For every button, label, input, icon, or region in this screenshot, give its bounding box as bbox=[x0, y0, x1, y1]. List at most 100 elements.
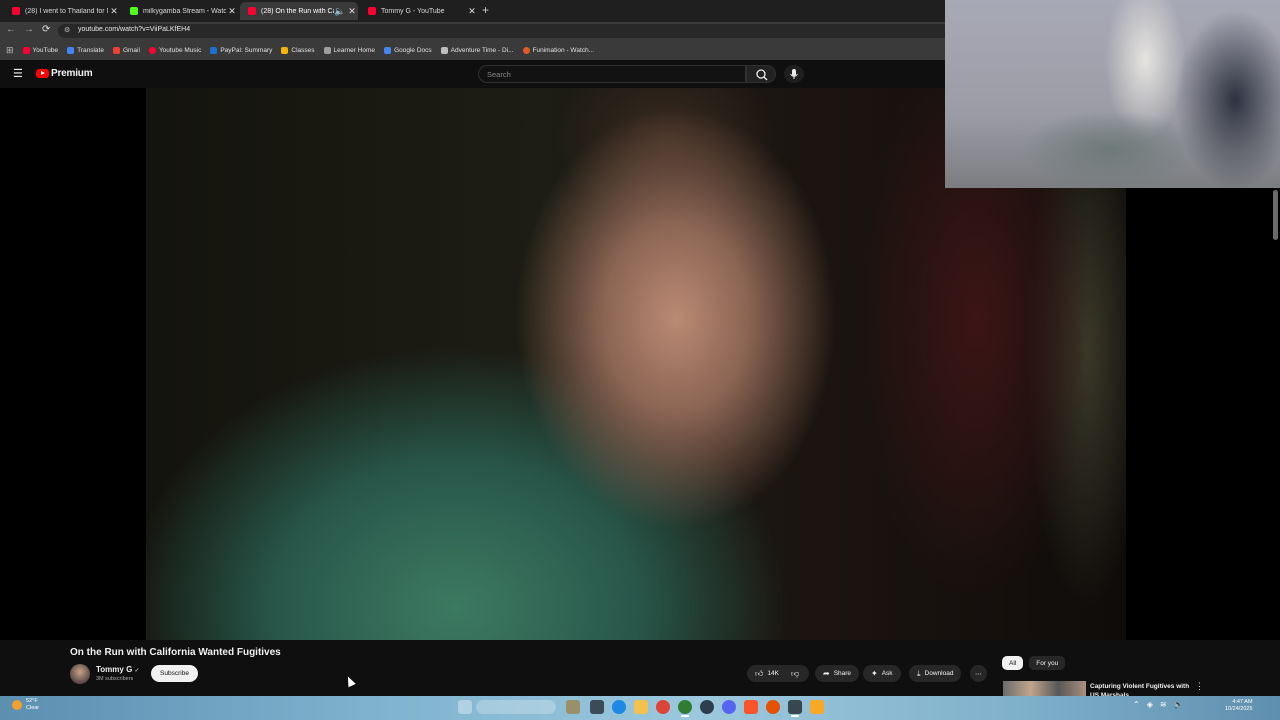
app-icon[interactable] bbox=[722, 700, 736, 714]
channel-avatar[interactable] bbox=[70, 664, 90, 684]
app-icon[interactable] bbox=[700, 700, 714, 714]
reload-icon[interactable]: ⟳ bbox=[42, 24, 50, 35]
app-icon[interactable] bbox=[766, 700, 780, 714]
clock-time: 4:47 AM bbox=[1232, 699, 1253, 705]
bookmark-paypal[interactable]: PayPal: Summary bbox=[210, 46, 272, 54]
like-count[interactable]: 14K bbox=[767, 670, 779, 677]
task-view-icon[interactable] bbox=[590, 700, 604, 714]
edge-browser-icon[interactable] bbox=[612, 700, 626, 714]
bookmark-label: Gmail bbox=[122, 46, 140, 54]
classroom-icon bbox=[281, 46, 289, 54]
bookmark-label: Youtube Music bbox=[158, 46, 202, 54]
site-info-icon[interactable]: ⚙ bbox=[64, 26, 70, 34]
wifi-icon[interactable]: ≋ bbox=[1160, 700, 1167, 709]
network-icon[interactable]: ◈ bbox=[1147, 700, 1153, 709]
webcam-overlay bbox=[945, 0, 1280, 188]
voice-search-button[interactable] bbox=[784, 65, 804, 83]
mouse-cursor-icon bbox=[344, 674, 356, 688]
search-button[interactable] bbox=[746, 65, 776, 83]
chip-for-you[interactable]: For you bbox=[1029, 656, 1066, 670]
forward-arrow-icon[interactable]: → bbox=[24, 24, 34, 35]
subscriber-count: 3M subscribers bbox=[96, 676, 134, 682]
browser-tab[interactable]: (28) I went to Thailand for MUA ✕ bbox=[4, 2, 120, 20]
widgets-icon[interactable] bbox=[566, 700, 580, 714]
browser-tab-active[interactable]: (28) On the Run with California 🔈 ✕ bbox=[240, 2, 358, 20]
chrome-active-icon[interactable] bbox=[678, 700, 692, 717]
youtube-favicon-icon bbox=[368, 7, 376, 15]
bookmark-youtube[interactable]: YouTube bbox=[22, 46, 58, 54]
hamburger-menu-icon[interactable]: ☰ bbox=[13, 67, 23, 80]
search-placeholder: Search bbox=[487, 70, 511, 79]
apps-grid-icon[interactable]: ⊞ bbox=[6, 45, 14, 56]
browser-tab[interactable]: Tommy G - YouTube ✕ bbox=[360, 2, 478, 20]
bookmark-classes[interactable]: Classes bbox=[281, 46, 315, 54]
bookmark-adventure-time[interactable]: Adventure Time - Di... bbox=[440, 46, 514, 54]
share-arrow-icon: ➦ bbox=[823, 669, 830, 678]
youtube-favicon-icon bbox=[248, 7, 256, 15]
ask-label: Ask bbox=[881, 670, 893, 677]
close-tab-icon[interactable]: ✕ bbox=[346, 6, 358, 17]
back-arrow-icon[interactable]: ← bbox=[6, 24, 16, 35]
close-tab-icon[interactable]: ✕ bbox=[466, 6, 478, 17]
subscribe-button[interactable]: Subscribe bbox=[151, 665, 198, 682]
browser-tab[interactable]: milkygamba Stream - Watch Live ✕ bbox=[122, 2, 238, 20]
taskbar-search-icon[interactable] bbox=[458, 700, 472, 714]
sparkle-icon: ✦ bbox=[871, 669, 878, 678]
volume-icon[interactable]: 🔈 bbox=[1174, 700, 1184, 709]
address-bar[interactable]: ⚙ youtube.com/watch?v=ViiPaLKfEH4 bbox=[58, 24, 958, 38]
bookmark-label: Classes bbox=[291, 46, 315, 54]
brave-browser-icon[interactable] bbox=[744, 700, 758, 714]
channel-name-text: Tommy G bbox=[96, 665, 133, 674]
tab-label: Tommy G - YouTube bbox=[381, 7, 445, 15]
close-tab-icon[interactable]: ✕ bbox=[108, 6, 120, 17]
search-input[interactable]: Search bbox=[478, 65, 746, 83]
gmail-icon bbox=[112, 46, 120, 54]
thumbs-up-icon[interactable]: 👍︎ bbox=[755, 669, 763, 679]
bookmark-funimation[interactable]: Funimation - Watch... bbox=[522, 46, 595, 54]
tab-label: milkygamba Stream - Watch Live bbox=[143, 7, 226, 15]
adventure-time-icon bbox=[440, 46, 448, 54]
chevron-up-icon[interactable]: ⌃ bbox=[1133, 700, 1140, 709]
page-scrollbar[interactable] bbox=[1273, 190, 1278, 240]
download-button[interactable]: ⤓ Download bbox=[909, 665, 962, 682]
weather-widget[interactable]: 52°F Clear bbox=[12, 698, 39, 712]
youtube-logo-icon bbox=[36, 69, 49, 78]
kebab-menu-icon[interactable]: ⋮ bbox=[1195, 681, 1204, 692]
system-tray: ⌃ ◈ ≋ 🔈 bbox=[1133, 700, 1191, 709]
ask-button[interactable]: ✦ Ask bbox=[863, 665, 901, 682]
learner-home-icon bbox=[323, 46, 331, 54]
search-box[interactable] bbox=[476, 700, 556, 714]
speaker-icon[interactable]: 🔈 bbox=[334, 6, 346, 17]
translate-icon bbox=[67, 46, 75, 54]
share-button[interactable]: ➦ Share bbox=[815, 665, 860, 682]
like-dislike-group: 👍︎ 14K 👎︎ bbox=[747, 665, 809, 682]
youtube-favicon-icon bbox=[12, 7, 20, 15]
chip-all[interactable]: All bbox=[1002, 656, 1024, 670]
system-clock[interactable]: 4:47 AM 10/24/2025 bbox=[1225, 699, 1253, 713]
thumbs-down-icon[interactable]: 👎︎ bbox=[791, 669, 799, 679]
file-explorer-icon[interactable] bbox=[634, 700, 648, 714]
bookmark-label: Funimation - Watch... bbox=[532, 46, 595, 54]
clock-date: 10/24/2025 bbox=[1225, 706, 1253, 712]
recommended-video-title[interactable]: Capturing Violent Fugitives with US Mars… bbox=[1090, 682, 1195, 696]
bookmark-youtube-music[interactable]: Youtube Music bbox=[148, 46, 202, 54]
obs-icon[interactable] bbox=[788, 700, 802, 717]
bookmark-learner-home[interactable]: Learner Home bbox=[323, 46, 375, 54]
chrome-icon[interactable] bbox=[656, 700, 670, 714]
bookmark-translate[interactable]: Translate bbox=[67, 46, 104, 54]
tab-label: (28) I went to Thailand for MUA bbox=[25, 7, 108, 15]
bookmark-gmail[interactable]: Gmail bbox=[112, 46, 140, 54]
paypal-icon bbox=[210, 46, 218, 54]
more-actions-button[interactable]: ⋯ bbox=[970, 665, 987, 682]
bookmark-label: Google Docs bbox=[394, 46, 432, 54]
app-icon[interactable] bbox=[810, 700, 824, 714]
bookmark-google-docs[interactable]: Google Docs bbox=[384, 46, 432, 54]
channel-name[interactable]: Tommy G ✓ bbox=[96, 665, 140, 674]
video-title: On the Run with California Wanted Fugiti… bbox=[70, 647, 281, 658]
close-tab-icon[interactable]: ✕ bbox=[226, 6, 238, 17]
recommended-video-thumbnail[interactable] bbox=[1003, 681, 1086, 696]
youtube-icon bbox=[22, 46, 30, 54]
windows-taskbar: 52°F Clear ⌃ ◈ ≋ 🔈 4:47 AM 10/24/2025 bbox=[0, 696, 1280, 720]
youtube-premium-logo[interactable]: Premium bbox=[36, 68, 93, 79]
new-tab-button[interactable]: + bbox=[482, 3, 489, 17]
